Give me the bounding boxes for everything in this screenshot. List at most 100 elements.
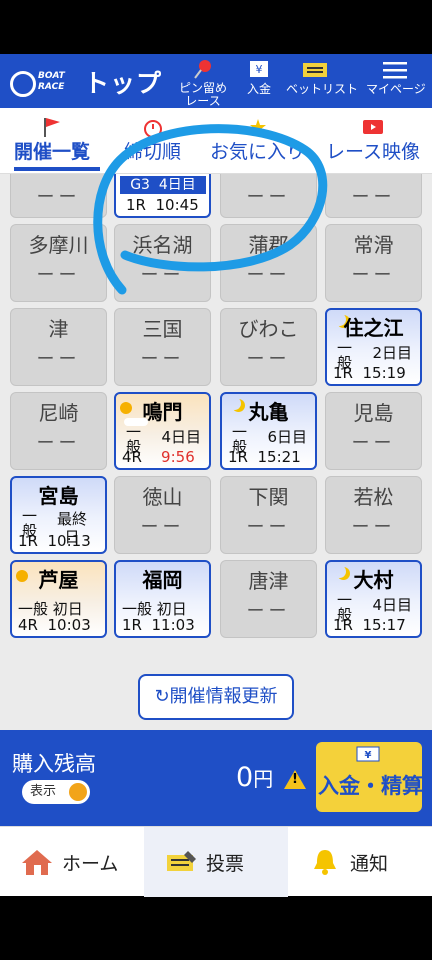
venue-card-tokoname[interactable]: 常滑 ーー xyxy=(325,224,422,302)
venue-card-suminoe[interactable]: 住之江 一般 2日目 1R 15:19 xyxy=(325,308,422,386)
balance-value: 0 xyxy=(236,762,254,793)
tab-favorites-label: お気に入り xyxy=(210,141,306,163)
venue-grid: ーー G3 4日目 1R 10:45 ーー ーー 多摩川 ーー 浜名湖 ーー 蒲郡ー… xyxy=(0,174,432,730)
venue-card-mikuni[interactable]: 三国 ーー xyxy=(114,308,211,386)
venue-name: 尼崎 xyxy=(38,401,79,425)
venue-race: 1R xyxy=(333,616,353,634)
refresh-icon: ↻ xyxy=(154,686,170,707)
deposit-settle-label: 入金・精算 xyxy=(318,774,422,798)
venue-race: 1R xyxy=(228,448,248,466)
grade-badge: G3 4日目 xyxy=(120,176,206,194)
venue-status: ーー xyxy=(351,433,396,454)
tab-schedule-label: 開催一覧 xyxy=(14,141,91,163)
venue-card-marugame[interactable]: 丸亀 一般 6日目 1R 15:21 xyxy=(220,392,317,470)
venue-day: 4日目 xyxy=(372,596,412,614)
venue-status: ーー xyxy=(246,187,291,208)
venue-card-karatsu[interactable]: 唐津 ーー xyxy=(220,560,317,638)
venue-card-omura[interactable]: 大村 一般 4日目 1R 15:17 xyxy=(325,560,422,638)
venue-card-shimonoseki[interactable]: 下関 ーー xyxy=(220,476,317,554)
venue-card-partial[interactable]: ーー xyxy=(325,174,422,218)
venue-time: 15:17 xyxy=(362,616,406,634)
venue-time: 10:13 xyxy=(47,532,91,550)
venue-time: 9:56 xyxy=(161,448,195,466)
venue-status: ーー xyxy=(36,187,81,208)
logo-ring xyxy=(10,71,36,97)
venue-status: ーー xyxy=(140,349,185,370)
venue-name: 唐津 xyxy=(248,569,289,593)
venue-status: ーー xyxy=(36,265,81,286)
warning-icon: ! xyxy=(284,770,306,789)
venue-status: ーー xyxy=(351,517,396,538)
venue-day: 4日目 xyxy=(161,428,201,446)
venue-race: 4R xyxy=(122,448,142,466)
venue-card-amagasaki[interactable]: 尼崎 ーー xyxy=(10,392,107,470)
tab-bar: 開催一覧 締切順 お気に入り レース映像 xyxy=(0,108,432,174)
tab-deadline[interactable]: 締切順 xyxy=(124,114,181,164)
page-title: トップ xyxy=(84,69,163,98)
video-icon xyxy=(363,120,384,134)
bet-list-button[interactable]: ベットリスト xyxy=(286,58,358,106)
venue-name: 宮島 xyxy=(38,484,79,508)
venue-race: 1R xyxy=(18,532,38,550)
venue-name: 津 xyxy=(48,317,69,341)
venue-time: 15:21 xyxy=(257,448,301,466)
tab-favorites[interactable]: お気に入り xyxy=(210,114,305,164)
home-icon xyxy=(22,850,52,875)
tab-race-video[interactable]: レース映像 xyxy=(326,114,420,164)
venue-race: 1R xyxy=(333,364,353,382)
tab-schedule[interactable]: 開催一覧 xyxy=(14,114,90,164)
boat-race-logo[interactable]: BOAT RACE xyxy=(10,65,76,97)
venue-card-hamanako[interactable]: 浜名湖 ーー xyxy=(114,224,211,302)
pin-race-button[interactable]: ピン留め レース xyxy=(174,58,232,108)
g3-day: 4日目 xyxy=(158,177,196,193)
venue-card-tamagawa[interactable]: 多摩川 ーー xyxy=(10,224,107,302)
toggle-knob xyxy=(69,783,87,801)
g3-grade: G3 xyxy=(130,177,150,193)
venue-name: 芦屋 xyxy=(38,568,79,592)
app-header: BOAT RACE トップ ピン留め レース ¥ 入金 ベットリスト マイページ xyxy=(0,54,432,108)
nav-notifications[interactable]: 通知 xyxy=(288,827,432,897)
logo-line1: BOAT xyxy=(38,71,65,81)
venue-status: ーー xyxy=(246,517,291,538)
venue-card-ashiya[interactable]: 芦屋 一般 初日 4R 10:03 xyxy=(10,560,107,638)
venue-card-biwako[interactable]: びわこ ーー xyxy=(220,308,317,386)
balance-amount: 0円 xyxy=(236,762,273,793)
venue-time: 10:03 xyxy=(47,616,91,634)
venue-name: 住之江 xyxy=(343,316,404,340)
nav-notifications-label: 通知 xyxy=(350,853,389,875)
deposit-settle-button[interactable]: ¥ 入金・精算 xyxy=(316,742,422,812)
balance-visibility-toggle[interactable]: 表示 xyxy=(22,780,90,804)
nav-vote[interactable]: 投票 xyxy=(144,827,288,897)
venue-card-tokuyama[interactable]: 徳山 ーー xyxy=(114,476,211,554)
logo-line2: RACE xyxy=(38,82,65,92)
venue-name: 下関 xyxy=(248,485,289,509)
menu-icon xyxy=(383,62,407,79)
venue-card-partial[interactable]: ーー xyxy=(220,174,317,218)
venue-card-naruto[interactable]: 鳴門 一般 4日目 4R 9:56 xyxy=(114,392,211,470)
venue-status: ーー xyxy=(36,349,81,370)
venue-card-g3[interactable]: G3 4日目 1R 10:45 xyxy=(114,174,211,218)
refresh-schedule-button[interactable]: ↻開催情報更新 xyxy=(138,674,294,720)
venue-status: ーー xyxy=(246,601,291,622)
star-icon xyxy=(249,119,266,135)
my-page-button[interactable]: マイページ xyxy=(366,58,426,106)
pin-icon xyxy=(194,60,211,79)
venue-status: ーー xyxy=(140,265,185,286)
pin-race-label: ピン留め レース xyxy=(178,81,227,108)
deposit-top-button[interactable]: ¥ 入金 xyxy=(230,58,288,106)
venue-card-tsu[interactable]: 津ーー xyxy=(10,308,107,386)
venue-card-gamagori[interactable]: 蒲郡 ーー xyxy=(220,224,317,302)
venue-card-miyajima[interactable]: 宮島 一般 最終日 1R 10:13 xyxy=(10,476,107,554)
venue-card-wakamatsu[interactable]: 若松 ーー xyxy=(325,476,422,554)
venue-card-kojima[interactable]: 児島 ーー xyxy=(325,392,422,470)
venue-status: ーー xyxy=(351,187,396,208)
g3-time: 10:45 xyxy=(155,196,199,214)
atm-icon: ¥ xyxy=(250,61,268,77)
nav-home[interactable]: ホーム xyxy=(0,827,144,897)
venue-time: 15:19 xyxy=(362,364,406,382)
venue-name: 常滑 xyxy=(353,233,394,257)
venue-card-fukuoka[interactable]: 福岡 一般 初日 1R 11:03 xyxy=(114,560,211,638)
venue-card-partial[interactable]: ーー xyxy=(10,174,107,218)
venue-name: 多摩川 xyxy=(28,233,89,257)
svg-text:¥: ¥ xyxy=(365,750,372,761)
